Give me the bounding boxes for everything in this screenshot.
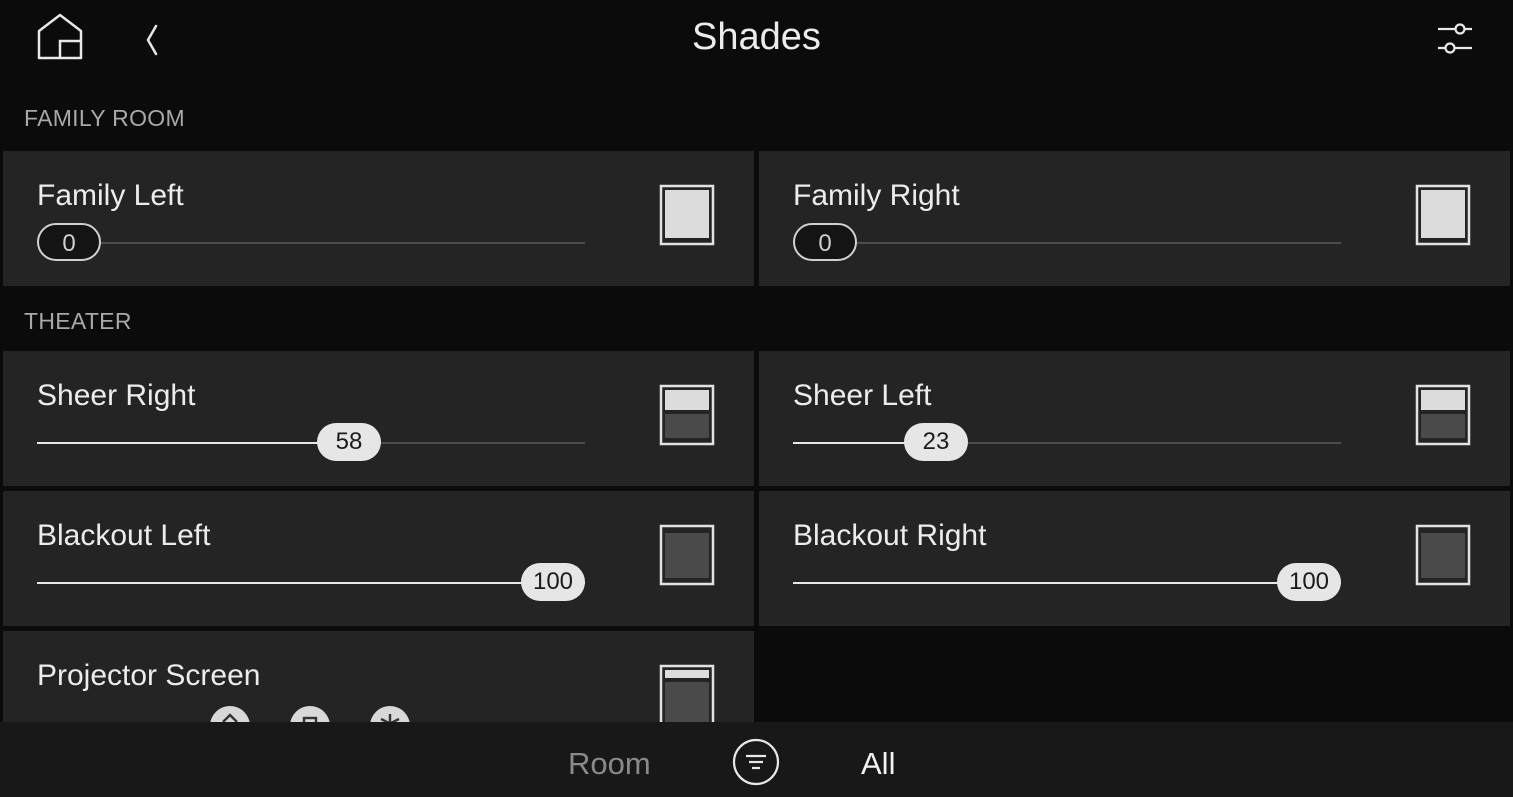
- shade-card-sheer-right[interactable]: Sheer Right 58: [3, 351, 754, 486]
- shade-card-blackout-right[interactable]: Blackout Right 100: [759, 491, 1510, 626]
- shade-slider-track[interactable]: 100: [37, 563, 585, 601]
- projector-screen-icon[interactable]: [659, 664, 715, 722]
- section-label-family-room: FAMILY ROOM: [24, 105, 185, 131]
- shade-name: Sheer Left: [793, 379, 932, 412]
- shade-slider-fill: [793, 582, 1341, 584]
- shade-slider-thumb[interactable]: 0: [37, 223, 101, 261]
- shade-slider-track[interactable]: 58: [37, 423, 585, 461]
- section-label-theater: THEATER: [24, 308, 132, 334]
- shade-name: Family Right: [793, 179, 960, 212]
- shade-name: Blackout Right: [793, 519, 987, 552]
- shade-partial-icon[interactable]: [1415, 384, 1471, 448]
- shade-card-blackout-left[interactable]: Blackout Left 100: [3, 491, 754, 626]
- shade-open-icon[interactable]: [659, 524, 715, 588]
- shade-name: Sheer Right: [37, 379, 196, 412]
- up-down-icon[interactable]: [210, 706, 250, 722]
- shade-slider-thumb[interactable]: 100: [1277, 563, 1341, 601]
- tab-all[interactable]: All: [861, 746, 895, 782]
- stop-icon[interactable]: [290, 706, 330, 722]
- shade-slider-fill: [37, 582, 585, 584]
- shade-name: Family Left: [37, 179, 184, 212]
- tab-room[interactable]: Room: [568, 746, 651, 782]
- shade-slider-thumb[interactable]: 100: [521, 563, 585, 601]
- shade-slider-fill: [37, 442, 348, 444]
- shade-slider-thumb[interactable]: 0: [793, 223, 857, 261]
- shade-slider-track[interactable]: 0: [793, 223, 1341, 261]
- shade-slider-thumb[interactable]: 23: [904, 423, 968, 461]
- shade-partial-icon[interactable]: [659, 384, 715, 448]
- shade-card-family-left[interactable]: Family Left 0: [3, 151, 754, 286]
- preset-icon[interactable]: [370, 706, 410, 722]
- shade-closed-icon[interactable]: [1415, 184, 1471, 248]
- shade-card-family-right[interactable]: Family Right 0: [759, 151, 1510, 286]
- top-bar: Shades: [0, 0, 1513, 82]
- shade-card-sheer-left[interactable]: Sheer Left 23: [759, 351, 1510, 486]
- page-title: Shades: [692, 16, 821, 58]
- filter-lines-icon[interactable]: [732, 738, 780, 786]
- shade-name: Blackout Left: [37, 519, 211, 552]
- shade-open-icon[interactable]: [1415, 524, 1471, 588]
- shade-closed-icon[interactable]: [659, 184, 715, 248]
- shade-name: Projector Screen: [37, 659, 261, 692]
- sliders-icon[interactable]: [1436, 20, 1474, 58]
- shade-slider-thumb[interactable]: 58: [317, 423, 381, 461]
- shade-slider-track[interactable]: 100: [793, 563, 1341, 601]
- shade-card-projector-screen[interactable]: Projector Screen: [3, 631, 754, 722]
- bottom-bar: Room All: [0, 722, 1513, 797]
- shade-slider-track[interactable]: 0: [37, 223, 585, 261]
- shade-slider-track[interactable]: 23: [793, 423, 1341, 461]
